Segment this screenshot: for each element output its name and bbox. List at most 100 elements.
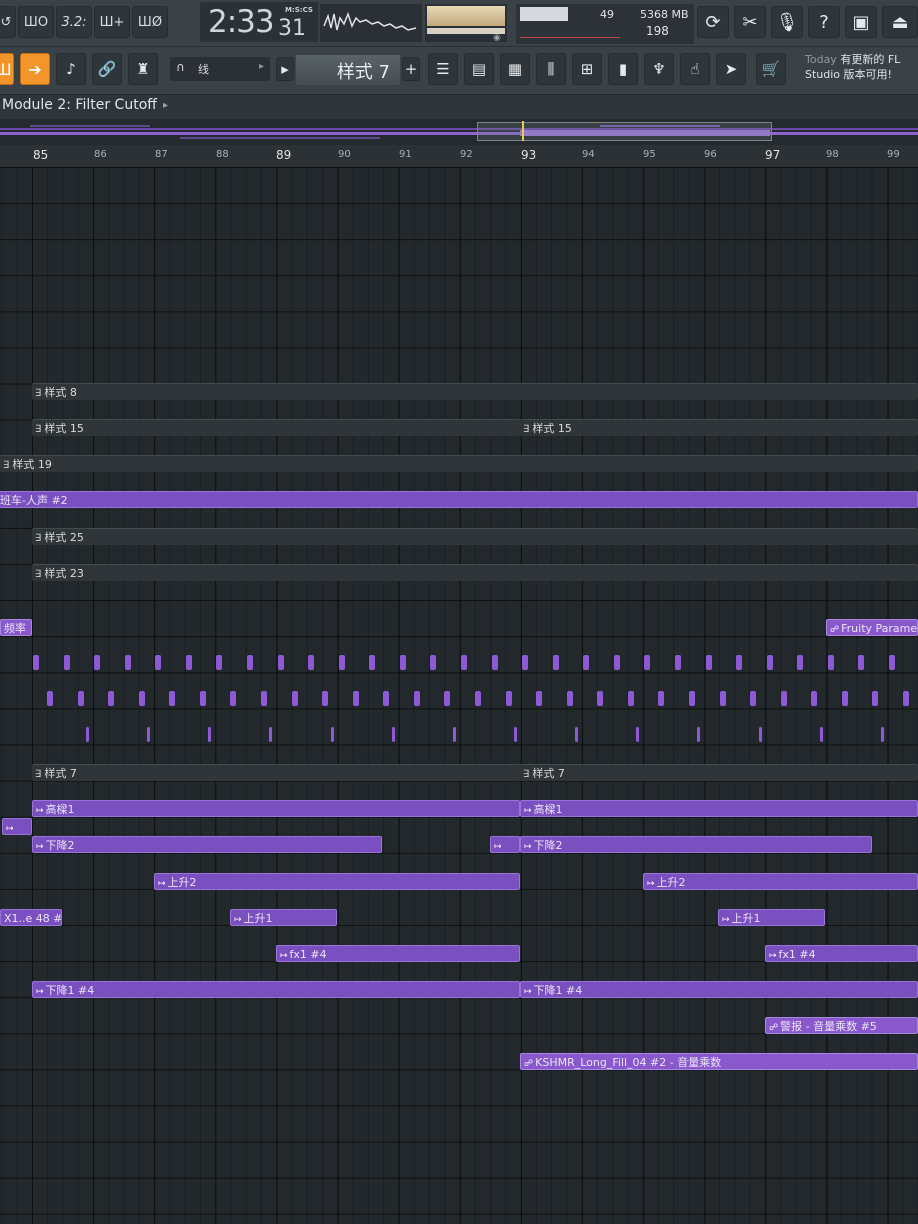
note-block[interactable] [230,691,237,706]
touch-icon[interactable]: ☝ [680,53,710,85]
note-block[interactable] [330,727,334,742]
note-block[interactable] [444,691,451,706]
note-block[interactable] [583,655,590,670]
note-block[interactable] [86,727,89,742]
audio-clip[interactable]: ↦ fx1 #4 [276,945,520,962]
audio-clip[interactable]: ↦ 上升1 [230,909,337,926]
tool-button-2[interactable]: ШО [18,6,54,38]
note-block[interactable] [536,691,543,706]
pattern-add-button[interactable]: + [402,57,420,81]
save-icon[interactable]: ▣ [845,6,877,38]
note-block[interactable] [430,655,437,670]
automation-clip[interactable]: ☍ KSHMR_Long_Fill_04 #2 - 音量乘数 [520,1053,918,1070]
note-icon[interactable]: ♪ [56,53,86,85]
note-block[interactable] [736,655,743,670]
note-block[interactable] [841,691,848,706]
browser-icon[interactable]: ⊞ [572,53,602,85]
note-block[interactable] [124,655,131,670]
note-block[interactable] [413,691,420,706]
note-block[interactable] [138,691,145,706]
audio-clip[interactable]: ↦ 下降1 #4 [520,981,918,998]
note-block[interactable] [147,727,151,742]
pattern-clip[interactable]: ∃ 样式 8 [32,383,918,400]
note-block[interactable] [491,655,498,670]
tool-button-1[interactable]: ↺ [0,6,16,38]
pattern-clip[interactable]: ∃ 样式 7 [32,764,520,781]
note-block[interactable] [338,655,345,670]
automation-clip[interactable]: ☍ Fruity Parametr [826,619,918,636]
refresh-icon[interactable]: ⟳ [697,6,729,38]
note-block[interactable] [827,655,834,670]
piano-roll-icon[interactable]: ▤ [464,53,494,85]
chevron-right-icon[interactable]: ▸ [163,100,168,111]
tool-button-3[interactable]: 3.2: [56,6,92,38]
note-block[interactable] [627,691,634,706]
audio-clip[interactable]: ↦ 上升2 [643,873,918,890]
note-block[interactable] [291,691,298,706]
stamp-icon[interactable]: ♜ [128,53,158,85]
note-block[interactable] [766,655,773,670]
note-block[interactable] [644,655,651,670]
audio-clip[interactable]: ↦ [2,818,32,835]
pattern-clip[interactable]: ∃ 样式 15 [32,419,520,436]
audio-clip[interactable]: X1..e 48 #2 [0,909,62,926]
note-block[interactable] [208,727,212,742]
note-block[interactable] [199,691,206,706]
document-icon[interactable]: ▮ [608,53,638,85]
note-block[interactable] [47,691,53,706]
plugin-icon[interactable]: ♆ [644,53,674,85]
note-block[interactable] [880,727,884,742]
note-block[interactable] [185,655,192,670]
note-block[interactable] [369,655,376,670]
snap-selector[interactable]: ∩ 线 ▸ [170,57,270,81]
note-block[interactable] [460,655,467,670]
note-block[interactable] [246,655,253,670]
pattern-clip[interactable]: ∃ 样式 7 [520,764,918,781]
playlist-icon[interactable]: ☰ [428,53,458,85]
note-block[interactable] [688,691,695,706]
audio-clip[interactable]: 班车-人声 #2 [0,491,918,508]
send-icon[interactable]: ➤ [716,53,746,85]
tool-button-5[interactable]: ШО̸ [132,6,168,38]
note-block[interactable] [674,655,681,670]
pattern-clip[interactable]: ∃ 样式 15 [520,419,918,436]
note-block[interactable] [780,691,787,706]
note-block[interactable] [269,727,273,742]
note-block[interactable] [552,655,559,670]
cart-icon[interactable]: 🛒 [756,53,786,85]
audio-clip[interactable]: ↦ 上升2 [154,873,520,890]
playlist-mode-icon[interactable]: Ш [0,53,14,85]
note-block[interactable] [566,691,573,706]
note-block[interactable] [697,727,701,742]
note-block[interactable] [636,727,640,742]
cut-icon[interactable]: ✂ [734,6,766,38]
note-block[interactable] [719,691,726,706]
news-panel[interactable]: Today 有更新的 FL Studio 版本可用! [805,52,918,92]
pattern-clip[interactable]: ∃ 样式 19 [0,455,918,472]
note-block[interactable] [872,691,879,706]
note-block[interactable] [383,691,390,706]
audio-clip[interactable]: ↦ fx1 #4 [765,945,918,962]
automation-clip[interactable]: ☍ 警报 - 音量乘数 #5 [765,1017,918,1034]
song-overview[interactable] [0,119,918,145]
audio-clip[interactable]: ↦ 高樑1 [520,800,918,817]
eye-icon[interactable]: ◉ [493,33,501,43]
note-block[interactable] [169,691,176,706]
note-block[interactable] [352,691,359,706]
automation-clip[interactable]: 频率 [0,619,32,636]
help-icon[interactable]: ? [808,6,840,38]
note-block[interactable] [513,727,517,742]
note-block[interactable] [705,655,712,670]
audio-clip[interactable]: ↦ 下降2 [32,836,382,853]
note-block[interactable] [613,655,620,670]
pattern-clip[interactable]: ∃ 样式 23 [32,564,918,581]
note-block[interactable] [33,655,39,670]
note-block[interactable] [63,655,70,670]
arrow-right-icon[interactable]: ➔ [20,53,50,85]
note-block[interactable] [277,655,284,670]
audio-clip[interactable]: ↦ 下降2 [520,836,872,853]
note-block[interactable] [811,691,818,706]
note-block[interactable] [260,691,267,706]
audio-clip[interactable]: ↦ [490,836,520,853]
note-block[interactable] [658,691,665,706]
